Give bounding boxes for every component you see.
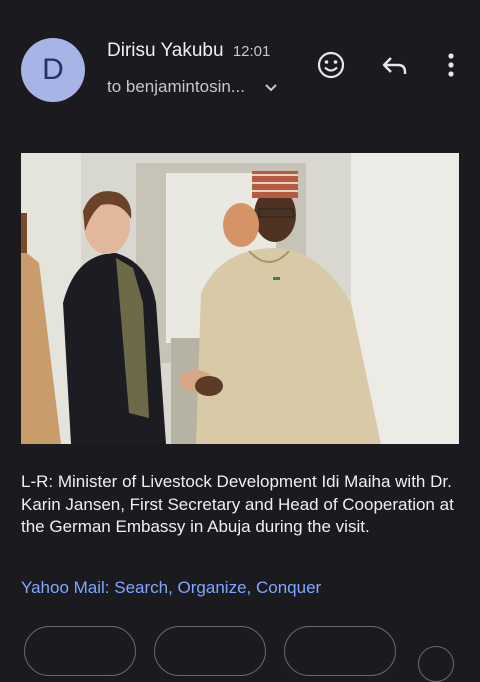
- chevron-down-icon[interactable]: [264, 78, 278, 98]
- smart-reply-chip-2[interactable]: [154, 626, 266, 676]
- emoji-reply-button[interactable]: [418, 646, 454, 682]
- sender-name[interactable]: Dirisu Yakubu: [107, 40, 224, 61]
- smart-reply-chip-3[interactable]: [284, 626, 396, 676]
- emoji-react-icon[interactable]: [316, 50, 346, 80]
- avatar-letter: D: [42, 53, 64, 86]
- smart-reply-chip-1[interactable]: [24, 626, 136, 676]
- email-photo[interactable]: [21, 153, 459, 444]
- sender-line: Dirisu Yakubu 12:01: [107, 40, 270, 62]
- yahoo-signature-link[interactable]: Yahoo Mail: Search, Organize, Conquer: [21, 578, 321, 598]
- message-time: 12:01: [232, 43, 271, 60]
- email-caption: L-R: Minister of Livestock Development I…: [21, 472, 454, 536]
- more-vert-icon[interactable]: [436, 50, 466, 80]
- sender-avatar[interactable]: D: [21, 38, 85, 102]
- recipient-text: to benjamintosin...: [107, 77, 245, 96]
- recipient-line[interactable]: to benjamintosin...: [107, 77, 278, 98]
- reply-icon[interactable]: [380, 50, 410, 80]
